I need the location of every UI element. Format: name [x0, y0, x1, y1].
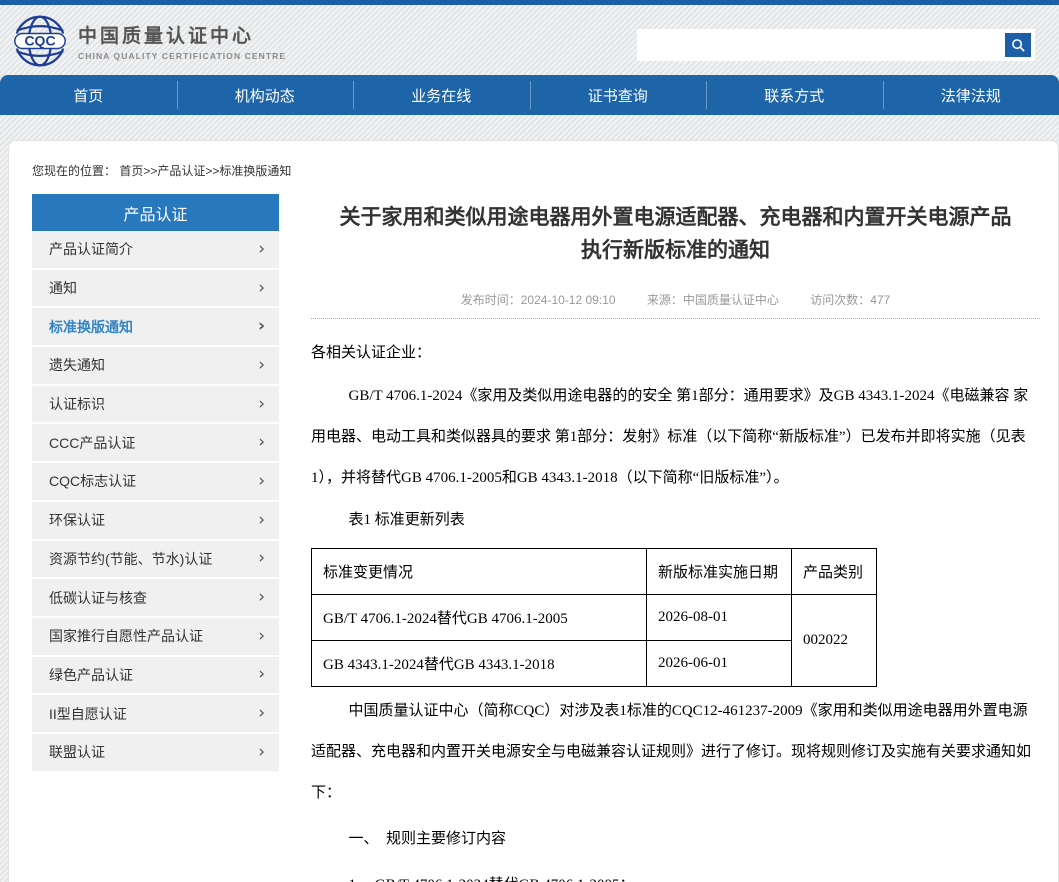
chevron-right-icon — [258, 550, 265, 567]
dotted-divider — [311, 318, 1040, 319]
paragraph-standards-announcement: GB/T 4706.1-2024《家用及类似用途电器的的安全 第1部分：通用要求… — [311, 376, 1040, 499]
main-nav: 首页 机构动态 业务在线 证书查询 联系方式 法律法规 — [0, 75, 1059, 115]
brand-text: 中国质量认证中心 CHINA QUALITY CERTIFICATION CEN… — [78, 21, 286, 61]
chevron-right-icon — [258, 280, 265, 297]
sidebar-item-1[interactable]: 通知 — [32, 270, 279, 309]
page-title-line1: 关于家用和类似用途电器用外置电源适配器、充电器和内置开关电源产品 — [311, 202, 1040, 235]
sidebar-item-label: 认证标识 — [49, 394, 105, 414]
paragraph-revision-notice: 中国质量认证中心（简称CQC）对涉及表1标准的CQC12-461237-2009… — [311, 691, 1040, 814]
table-row: GB/T 4706.1-2024替代GB 4706.1-2005 2026-08… — [312, 595, 877, 641]
source: 来源：中国质量认证中心 — [647, 293, 779, 307]
brand-title-en: CHINA QUALITY CERTIFICATION CENTRE — [78, 51, 286, 61]
brand-logo[interactable]: CQC 中国质量认证中心 CHINA QUALITY CERTIFICATION… — [12, 13, 286, 69]
sidebar-item-10[interactable]: 国家推行自愿性产品认证 — [32, 618, 279, 657]
sidebar-item-label: 低碳认证与核查 — [49, 588, 147, 608]
sidebar-item-label: 绿色产品认证 — [49, 665, 133, 685]
sidebar-title: 产品认证 — [32, 194, 279, 231]
chevron-right-icon — [258, 241, 265, 258]
search-bar — [637, 29, 1035, 61]
search-button[interactable] — [1005, 33, 1031, 57]
sidebar-item-7[interactable]: 环保认证 — [32, 502, 279, 541]
nav-item-laws[interactable]: 法律法规 — [883, 75, 1059, 115]
sidebar-product-certification: 产品认证 产品认证简介通知标准换版通知遗失通知认证标识 CCC产品认证 CQC标志认… — [32, 194, 279, 882]
sidebar-item-9[interactable]: 低碳认证与核查 — [32, 579, 279, 618]
cell-category-merged: 002022 — [792, 595, 877, 687]
sidebar-item-label: 通知 — [49, 278, 77, 298]
sidebar-item-12[interactable]: II型自愿认证 — [32, 695, 279, 734]
sidebar-item-11[interactable]: 绿色产品认证 — [32, 657, 279, 696]
chevron-right-icon — [258, 434, 265, 451]
content-panel: 您现在的位置： 首页>>产品认证>>标准换版通知 产品认证 产品认证简介通知标准… — [8, 140, 1059, 882]
breadcrumb: 您现在的位置： 首页>>产品认证>>标准换版通知 — [32, 155, 1040, 179]
chevron-right-icon — [258, 589, 265, 606]
svg-text:CQC: CQC — [24, 33, 55, 49]
page-title: 关于家用和类似用途电器用外置电源适配器、充电器和内置开关电源产品 执行新版标准的… — [311, 202, 1040, 267]
nav-item-home[interactable]: 首页 — [0, 75, 177, 115]
search-icon — [1011, 38, 1026, 53]
cqc-globe-logo-icon: CQC — [12, 13, 68, 69]
cell-date-1: 2026-08-01 — [647, 595, 792, 641]
chevron-right-icon — [258, 473, 265, 490]
publish-time: 发布时间：2024-10-12 09:10 — [461, 293, 616, 307]
sidebar-item-13[interactable]: 联盟认证 — [32, 734, 279, 773]
col-header-category: 产品类别 — [792, 549, 877, 595]
nav-item-certificate-query[interactable]: 证书查询 — [530, 75, 707, 115]
sidebar-item-label: 产品认证简介 — [49, 239, 133, 259]
table-caption: 表1 标准更新列表 — [311, 500, 1040, 541]
sidebar-item-8[interactable]: 资源节约(节能、节水)认证 — [32, 541, 279, 580]
page-title-line2: 执行新版标准的通知 — [311, 235, 1040, 268]
chevron-right-icon — [258, 318, 265, 335]
sidebar-item-2[interactable]: 标准换版通知 — [32, 308, 279, 347]
chevron-right-icon — [258, 744, 265, 761]
sidebar-item-6[interactable]: CQC标志认证 — [32, 463, 279, 502]
sidebar-list: 产品认证简介通知标准换版通知遗失通知认证标识 CCC产品认证 CQC标志认证环保认证… — [32, 231, 279, 773]
chevron-right-icon — [258, 396, 265, 413]
col-header-change: 标准变更情况 — [312, 549, 647, 595]
view-count: 访问次数：477 — [810, 293, 890, 307]
site-header: CQC 中国质量认证中心 CHINA QUALITY CERTIFICATION… — [0, 5, 1059, 75]
brand-title-cn: 中国质量认证中心 — [78, 21, 286, 48]
sidebar-item-4[interactable]: 认证标识 — [32, 386, 279, 425]
list-item-1: 1. GB/T 4706.1-2024替代GB 4706.1-2005； — [311, 865, 1040, 882]
article: 关于家用和类似用途电器用外置电源适配器、充电器和内置开关电源产品 执行新版标准的… — [311, 194, 1040, 882]
section-heading-revision-content: 一、 规则主要修订内容 — [311, 819, 1040, 860]
sidebar-item-3[interactable]: 遗失通知 — [32, 347, 279, 386]
chevron-right-icon — [258, 666, 265, 683]
sidebar-item-label: 遗失通知 — [49, 355, 105, 375]
article-body: 各相关认证企业： GB/T 4706.1-2024《家用及类似用途电器的的安全 … — [311, 333, 1040, 882]
sidebar-item-label: 环保认证 — [49, 510, 105, 530]
search-input[interactable] — [637, 29, 1005, 61]
nav-item-contact[interactable]: 联系方式 — [706, 75, 883, 115]
article-meta: 发布时间：2024-10-12 09:10 来源：中国质量认证中心 访问次数：4… — [311, 291, 1040, 308]
sidebar-item-5[interactable]: CCC产品认证 — [32, 424, 279, 463]
sidebar-item-label: 联盟认证 — [49, 742, 105, 762]
chevron-right-icon — [258, 357, 265, 374]
sidebar-item-label: CQC标志认证 — [49, 471, 136, 491]
sidebar-item-label: 资源节约(节能、节水)认证 — [49, 549, 212, 569]
nav-item-business-online[interactable]: 业务在线 — [353, 75, 530, 115]
standards-update-table: 标准变更情况 新版标准实施日期 产品类别 GB/T 4706.1-2024替代G… — [311, 548, 877, 687]
cell-date-2: 2026-06-01 — [647, 641, 792, 687]
sidebar-item-label: 标准换版通知 — [49, 317, 133, 337]
sidebar-item-0[interactable]: 产品认证简介 — [32, 231, 279, 270]
nav-item-news[interactable]: 机构动态 — [177, 75, 354, 115]
chevron-right-icon — [258, 512, 265, 529]
table-header-row: 标准变更情况 新版标准实施日期 产品类别 — [312, 549, 877, 595]
sidebar-item-label: CCC产品认证 — [49, 433, 135, 453]
col-header-date: 新版标准实施日期 — [647, 549, 792, 595]
greeting-line: 各相关认证企业： — [311, 333, 1040, 374]
sidebar-item-label: II型自愿认证 — [49, 704, 127, 724]
sidebar-item-label: 国家推行自愿性产品认证 — [49, 626, 203, 646]
cell-change-2: GB 4343.1-2024替代GB 4343.1-2018 — [312, 641, 647, 687]
cell-change-1: GB/T 4706.1-2024替代GB 4706.1-2005 — [312, 595, 647, 641]
chevron-right-icon — [258, 705, 265, 722]
chevron-right-icon — [258, 628, 265, 645]
